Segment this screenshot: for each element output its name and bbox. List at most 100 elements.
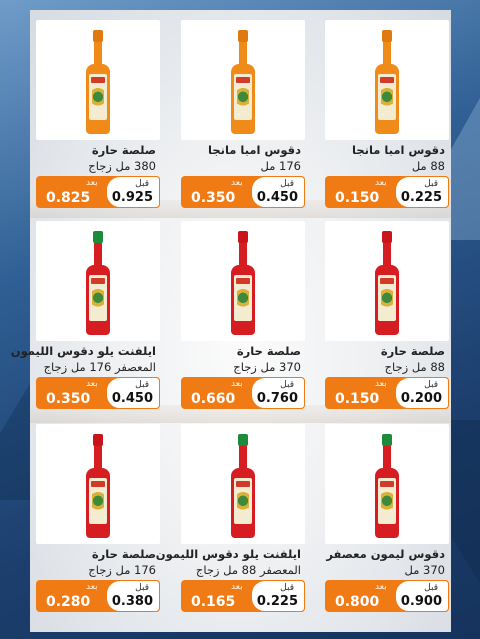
after-label: بعد — [86, 582, 98, 592]
before-price-box: قبل 0.925 — [106, 176, 160, 208]
after-label: بعد — [231, 379, 243, 389]
product-name: ايلفنت يلو دقوس الليمون المعصفر 88 مل زج… — [156, 546, 301, 578]
before-label: قبل — [280, 179, 294, 189]
sauce-bottle-image — [231, 30, 255, 134]
product-name-line1: دقوس امبا مانجا — [208, 143, 301, 157]
price-bar: بعد 0.150 قبل 0.225 — [325, 176, 449, 208]
after-price: 0.800 — [335, 594, 380, 610]
price-bar: بعد 0.280 قبل 0.380 — [36, 580, 160, 612]
before-label: قبل — [135, 583, 149, 593]
sauce-bottle-image — [86, 434, 110, 538]
product-name-line2: 88 مل — [411, 159, 445, 173]
sauce-bottle-image — [86, 231, 110, 335]
after-label: بعد — [86, 379, 98, 389]
after-label: بعد — [375, 379, 387, 389]
product-name-line2: المعصفر 88 مل زجاج — [195, 563, 301, 577]
after-label: بعد — [375, 582, 387, 592]
after-price: 0.165 — [191, 594, 236, 610]
after-label: بعد — [375, 178, 387, 188]
before-price: 0.380 — [111, 594, 153, 609]
sauce-bottle-image — [86, 30, 110, 134]
product-name-line1: دقوس امبا مانجا — [352, 143, 445, 157]
before-price: 0.450 — [256, 190, 298, 205]
sauce-bottle-image — [375, 30, 399, 134]
price-bar: بعد 0.150 قبل 0.200 — [325, 377, 449, 409]
after-price: 0.350 — [191, 190, 236, 206]
before-label: قبل — [280, 583, 294, 593]
product-name: صلصة حارة 176 مل زجاج — [38, 546, 156, 578]
product-photo — [181, 221, 305, 341]
product-card[interactable]: صلصة حارة 176 مل زجاج بعد 0.280 قبل 0.38… — [36, 424, 160, 612]
product-name: صلصة حارة 380 مل زجاج — [38, 142, 156, 174]
product-photo — [325, 424, 449, 544]
product-name-line1: صلصة حارة — [380, 344, 445, 358]
before-label: قبل — [135, 380, 149, 390]
before-price-box: قبل 0.380 — [106, 580, 160, 612]
before-price: 0.760 — [256, 391, 298, 406]
price-bar: بعد 0.800 قبل 0.900 — [325, 580, 449, 612]
before-label: قبل — [424, 380, 438, 390]
sauce-bottle-image — [231, 231, 255, 335]
before-price-box: قبل 0.225 — [395, 176, 449, 208]
product-photo — [181, 20, 305, 140]
after-price: 0.825 — [46, 190, 91, 206]
product-card[interactable]: صلصة حارة 380 مل زجاج بعد 0.825 قبل 0.92… — [36, 20, 160, 208]
sauce-bottle-image — [375, 434, 399, 538]
after-label: بعد — [231, 178, 243, 188]
before-price: 0.900 — [400, 594, 442, 609]
product-card[interactable]: دقوس ليمون معصفر 370 مل بعد 0.800 قبل 0.… — [325, 424, 449, 612]
before-price-box: قبل 0.200 — [395, 377, 449, 409]
product-card[interactable]: دقوس امبا مانجا 176 مل بعد 0.350 قبل 0.4… — [181, 20, 305, 208]
product-card[interactable]: دقوس امبا مانجا 88 مل بعد 0.150 قبل 0.22… — [325, 20, 449, 208]
product-name-line1: صلصة حارة — [91, 547, 156, 561]
before-price: 0.925 — [111, 190, 153, 205]
product-photo — [36, 20, 160, 140]
before-price: 0.200 — [400, 391, 442, 406]
product-name-line1: ايلفنت يلو دقوس الليمون — [10, 344, 156, 358]
product-name-line1: دقوس ليمون معصفر — [326, 547, 445, 561]
product-name-line2: 176 مل زجاج — [88, 563, 156, 577]
product-card[interactable]: ايلفنت يلو دقوس الليمون المعصفر 176 مل ز… — [11, 221, 160, 409]
product-name-line2: 88 مل زجاج — [384, 360, 445, 374]
product-name: دقوس امبا مانجا 88 مل — [327, 142, 445, 174]
product-name: دقوس ليمون معصفر 370 مل — [326, 546, 445, 578]
price-bar: بعد 0.350 قبل 0.450 — [181, 176, 305, 208]
before-label: قبل — [424, 179, 438, 189]
product-name: صلصة حارة 370 مل زجاج — [183, 343, 301, 375]
after-price: 0.660 — [191, 391, 236, 407]
product-name-line2: 370 مل — [404, 563, 445, 577]
product-name-line1: صلصة حارة — [91, 143, 156, 157]
price-bar: بعد 0.165 قبل 0.225 — [181, 580, 305, 612]
after-price: 0.150 — [335, 190, 380, 206]
product-name-line2: 176 مل — [260, 159, 301, 173]
price-bar: بعد 0.825 قبل 0.925 — [36, 176, 160, 208]
before-price-box: قبل 0.760 — [251, 377, 305, 409]
price-bar: بعد 0.350 قبل 0.450 — [36, 377, 160, 409]
before-price-box: قبل 0.900 — [395, 580, 449, 612]
product-name-line1: ايلفنت يلو دقوس الليمون — [155, 547, 301, 561]
product-name: دقوس امبا مانجا 176 مل — [183, 142, 301, 174]
before-price-box: قبل 0.450 — [106, 377, 160, 409]
product-name-line2: 380 مل زجاج — [88, 159, 156, 173]
after-label: بعد — [86, 178, 98, 188]
product-photo — [325, 221, 449, 341]
sauce-bottle-image — [375, 231, 399, 335]
before-label: قبل — [280, 380, 294, 390]
product-name: ايلفنت يلو دقوس الليمون المعصفر 176 مل ز… — [11, 343, 156, 375]
before-label: قبل — [135, 179, 149, 189]
after-label: بعد — [231, 582, 243, 592]
product-name-line2: المعصفر 176 مل زجاج — [43, 360, 156, 374]
price-bar: بعد 0.660 قبل 0.760 — [181, 377, 305, 409]
product-card[interactable]: ايلفنت يلو دقوس الليمون المعصفر 88 مل زج… — [156, 424, 305, 612]
product-card[interactable]: صلصة حارة 88 مل زجاج بعد 0.150 قبل 0.200 — [325, 221, 449, 409]
product-photo — [325, 20, 449, 140]
after-price: 0.150 — [335, 391, 380, 407]
before-price: 0.450 — [111, 391, 153, 406]
before-price: 0.225 — [256, 594, 298, 609]
product-photo — [36, 424, 160, 544]
before-price-box: قبل 0.225 — [251, 580, 305, 612]
before-label: قبل — [424, 583, 438, 593]
before-price-box: قبل 0.450 — [251, 176, 305, 208]
product-photo — [181, 424, 305, 544]
product-card[interactable]: صلصة حارة 370 مل زجاج بعد 0.660 قبل 0.76… — [181, 221, 305, 409]
